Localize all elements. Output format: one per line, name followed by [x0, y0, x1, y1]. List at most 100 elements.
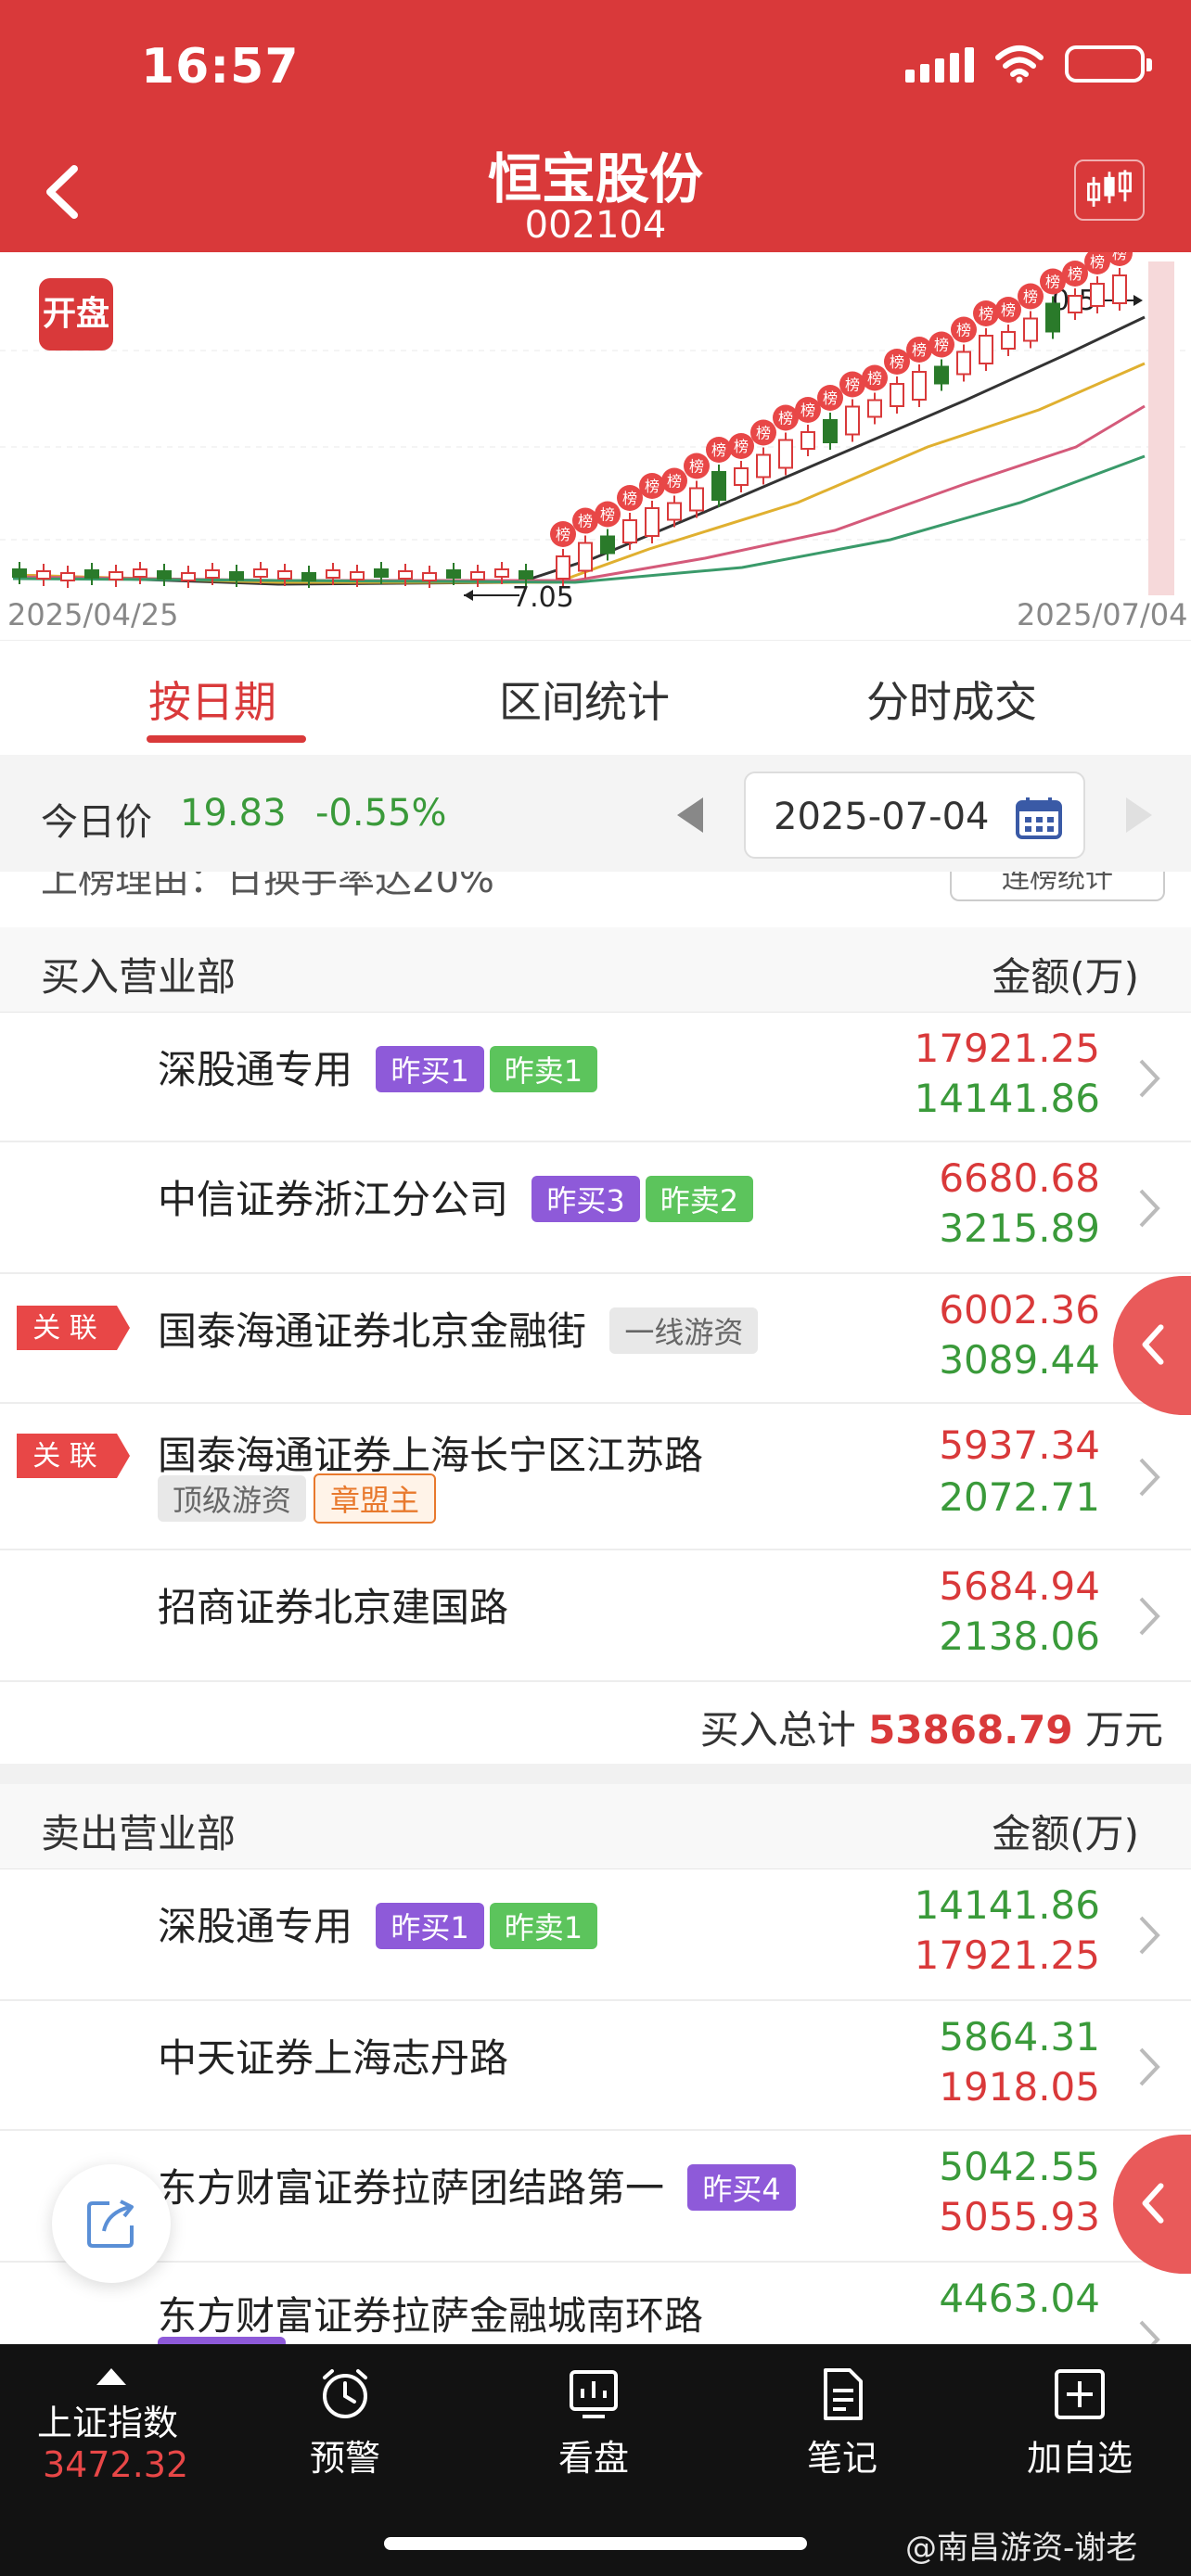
tab-intraday-trades[interactable]: 分时成交: [866, 669, 1037, 730]
prev-sell-badge: 昨卖2: [645, 1175, 754, 1222]
candle-body: [756, 453, 771, 478]
price-date-bar: 今日价 19.83 -0.55% 2025-07-04: [0, 755, 1191, 872]
candle-body: [1090, 283, 1105, 307]
index-value: 3472.32: [43, 2444, 189, 2485]
today-price-change: -0.55%: [315, 792, 447, 835]
candle-body: [1023, 317, 1038, 342]
nav-alert[interactable]: 预警: [252, 2344, 438, 2511]
buy-amount: 17921.25: [914, 1026, 1100, 1071]
list-marker-label: 榜: [1090, 253, 1105, 271]
stock-name-title: 恒宝股份: [487, 147, 703, 210]
candle-body: [301, 572, 316, 581]
sell-row[interactable]: 东方财富证券拉萨团结路第一 昨买4 5042.55 5055.93: [0, 2131, 1191, 2263]
buy-row[interactable]: 深股通专用 昨买1 昨卖1 17921.25 14141.86: [0, 1013, 1191, 1142]
list-marker-label: 榜: [845, 376, 860, 394]
buy-row[interactable]: 关 联 国泰海通证券北京金融街 一线游资 6002.36 3089.44: [0, 1274, 1191, 1404]
chart-end-date: 2025/07/04: [1017, 597, 1188, 632]
share-button[interactable]: [52, 2164, 171, 2283]
broker-name: 中天证券上海志丹路: [158, 2035, 509, 2081]
broker-name: 招商证券北京建国路: [158, 1585, 509, 1630]
buy-row[interactable]: 招商证券北京建国路 5684.94 2138.06: [0, 1550, 1191, 1682]
next-day-arrow-icon[interactable]: [1121, 794, 1158, 836]
list-marker-label: 榜: [556, 526, 570, 543]
broker-name: 东方财富证券拉萨团结路第一: [158, 2165, 665, 2211]
index-name[interactable]: 上证指数: [37, 2394, 178, 2445]
monitor-chart-icon: [570, 2370, 618, 2418]
candle-body: [1068, 295, 1082, 313]
prev-sell-badge: 昨卖1: [489, 1045, 598, 1092]
list-marker-label: 榜: [1001, 301, 1016, 319]
candle-body: [912, 371, 927, 401]
caret-up-icon[interactable]: [93, 2365, 130, 2387]
chevron-right-icon: [1139, 1458, 1160, 1497]
sell-row[interactable]: 东方财富证券拉萨金融城南环路 4463.04: [0, 2263, 1191, 2344]
candle-body: [133, 568, 147, 578]
nav-notes[interactable]: 笔记: [749, 2344, 935, 2511]
tab-by-date[interactable]: 按日期: [148, 669, 276, 730]
candle-body: [494, 568, 509, 578]
sell-amount: 2138.06: [939, 1613, 1100, 1659]
broker-name: 深股通专用: [158, 1047, 353, 1092]
chevron-left-icon: [1142, 2183, 1164, 2224]
chevron-right-icon: [1139, 1059, 1160, 1098]
sell-row[interactable]: 中天证券上海志丹路 5864.31 1918.05: [0, 2001, 1191, 2131]
buy-row[interactable]: 关 联 国泰海通证券上海长宁区江苏路 顶级游资 章盟主 5937.34 2072.…: [0, 1404, 1191, 1550]
tab-range-stats[interactable]: 区间统计: [499, 669, 670, 730]
buy-amount: 6680.68: [939, 1155, 1100, 1201]
candle-body: [778, 439, 793, 469]
buy-amount: 5937.34: [939, 1422, 1100, 1468]
broker-name: 国泰海通证券北京金融街: [158, 1308, 587, 1354]
candle-body: [60, 572, 75, 581]
nav-label: 笔记: [806, 2438, 877, 2479]
today-price-label: 今日价: [41, 801, 152, 844]
add-box-icon: [1055, 2369, 1105, 2419]
list-marker-label: 榜: [711, 441, 726, 459]
consecutive-list-stats-button[interactable]: 连榜统计: [950, 872, 1165, 901]
candle-body: [36, 570, 51, 580]
reason-strip: 上榜理由：日换手率达20% 连榜统计: [0, 872, 1191, 927]
prev-buy-badge: 昨买3: [531, 1175, 640, 1222]
nav-label: 预警: [309, 2438, 380, 2479]
candle-body: [374, 568, 389, 578]
today-price-value: 19.83: [180, 792, 287, 835]
previous-day-arrow-icon[interactable]: [672, 794, 709, 836]
buy-section-title: 买入营业部: [41, 954, 237, 1000]
alarm-clock-icon: [323, 2369, 367, 2418]
candle-body: [205, 569, 220, 579]
candle-body: [277, 570, 292, 580]
chevron-left-icon: [1142, 1324, 1164, 1365]
candle-body: [711, 471, 726, 501]
kline-chart-button[interactable]: [1074, 159, 1145, 221]
kline-chart[interactable]: 7.05 0.5 榜榜榜榜榜榜榜榜榜榜榜榜榜榜榜榜榜榜榜榜榜榜榜榜榜榜 开盘: [0, 240, 1191, 640]
date-picker[interactable]: 2025-07-04: [744, 772, 1085, 859]
candle-body: [645, 507, 660, 537]
sell-section-title: 卖出营业部: [41, 1811, 237, 1856]
list-marker-label: 榜: [867, 370, 882, 388]
candle-body: [890, 383, 904, 407]
sell-row[interactable]: 深股通专用 昨买1 昨卖1 14141.86 17921.25: [0, 1869, 1191, 2001]
open-market-badge[interactable]: 开盘: [39, 278, 113, 351]
candle-body: [12, 568, 27, 578]
candle-body: [446, 569, 461, 579]
nav-watch-market[interactable]: 看盘: [501, 2344, 686, 2511]
related-tag-label: 关 联: [32, 1312, 97, 1345]
candle-body: [845, 405, 860, 436]
buy-total-label: 买入总计: [699, 1707, 856, 1753]
list-marker-label: 榜: [934, 337, 949, 354]
candle-body: [470, 571, 485, 580]
candle-body: [1001, 331, 1016, 350]
nav-add-watchlist[interactable]: 加自选: [987, 2344, 1172, 2511]
candle-body: [800, 431, 815, 450]
list-marker-label: 榜: [912, 341, 927, 359]
sell-amount: 4463.04: [939, 2276, 1100, 2321]
famous-trader-badge: 章盟主: [314, 1473, 437, 1524]
trader-type-badge: 一线游资: [609, 1307, 759, 1354]
sell-amount: 3215.89: [939, 1205, 1100, 1251]
candle-body: [689, 487, 704, 512]
home-indicator[interactable]: [384, 2537, 807, 2550]
chevron-right-icon: [1139, 1189, 1160, 1228]
buy-row[interactable]: 中信证券浙江分公司 昨买3 昨卖2 6680.68 3215.89: [0, 1142, 1191, 1274]
note-document-icon: [824, 2368, 863, 2420]
broker-name: 国泰海通证券上海长宁区江苏路: [158, 1433, 704, 1478]
tab-bar: 按日期 区间统计 分时成交: [0, 640, 1191, 755]
